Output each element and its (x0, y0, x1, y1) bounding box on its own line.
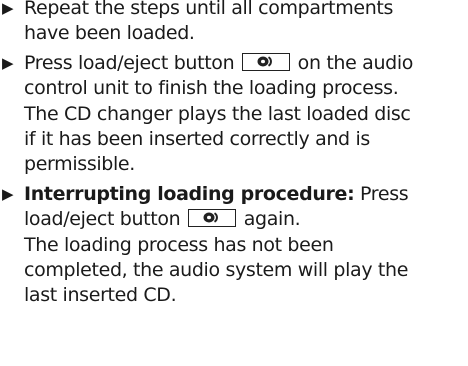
load-eject-button-icon (188, 209, 237, 228)
instruction-step-press-load-eject: ▶ Press load/eject button on the audio c… (0, 51, 468, 178)
triangle-bullet-icon: ▶ (2, 0, 14, 17)
load-eject-button-icon (241, 52, 290, 71)
step-text-line: permissible. (24, 153, 135, 176)
step-text-line: The loading process has not been (24, 233, 334, 256)
step-text-line: if it has been inserted correctly and is (24, 128, 370, 151)
step-text-line: The CD changer plays the last loaded dis… (24, 102, 411, 125)
step-text-segment: again. (243, 208, 301, 231)
load-eject-symbol (257, 56, 272, 67)
instruction-step-interrupting: ▶ Interrupting loading procedure: Press … (0, 182, 468, 309)
step-text-line: completed, the audio system will play th… (24, 259, 409, 282)
instruction-step-repeat: ▶ Repeat the steps until all compartment… (0, 0, 468, 47)
step-text-line: have been loaded. (24, 22, 195, 45)
step-text-segment: Press (360, 182, 409, 205)
step-text-line: control unit to finish the loading proce… (24, 77, 399, 100)
load-eject-symbol (203, 212, 218, 223)
instruction-list: ▶ Repeat the steps until all compartment… (0, 0, 468, 313)
triangle-bullet-icon: ▶ (2, 53, 14, 72)
step-text-line: Repeat the steps until all compartments (24, 0, 394, 19)
triangle-bullet-icon: ▶ (2, 184, 14, 203)
step-text-segment: Press load/eject button (24, 51, 235, 74)
step-heading: Interrupting loading procedure: (24, 182, 355, 205)
step-text-line: load/eject button again. (24, 207, 468, 232)
step-text-segment: on the audio (297, 51, 414, 74)
step-text-line: last inserted CD. (24, 284, 177, 307)
step-text-segment: load/eject button (24, 208, 181, 231)
step-text-line: Interrupting loading procedure: Press (24, 182, 468, 207)
step-text-line: Press load/eject button on the audio (24, 51, 468, 76)
